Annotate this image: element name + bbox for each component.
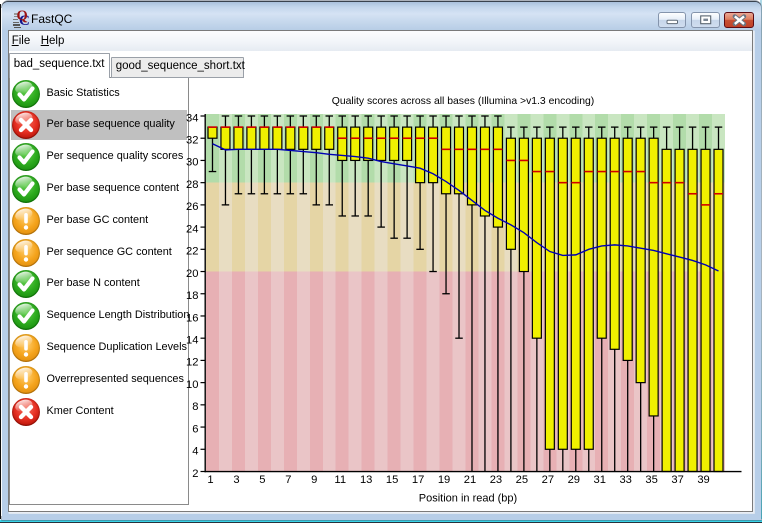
svg-text:26: 26: [186, 201, 198, 213]
svg-text:18: 18: [186, 290, 198, 302]
svg-text:9: 9: [311, 474, 317, 486]
svg-text:19: 19: [438, 474, 450, 486]
svg-text:10: 10: [186, 379, 198, 391]
svg-text:6: 6: [192, 423, 198, 435]
svg-text:16: 16: [186, 312, 198, 324]
svg-text:32: 32: [186, 135, 198, 147]
svg-text:28: 28: [186, 179, 198, 191]
svg-text:Position in read (bp): Position in read (bp): [419, 493, 517, 505]
svg-text:8: 8: [192, 401, 198, 413]
svg-text:1: 1: [207, 474, 213, 486]
svg-text:29: 29: [568, 474, 580, 486]
svg-text:25: 25: [516, 474, 528, 486]
svg-text:24: 24: [186, 223, 198, 235]
svg-text:12: 12: [186, 357, 198, 369]
svg-text:22: 22: [186, 246, 198, 258]
svg-text:34: 34: [186, 112, 198, 124]
svg-text:31: 31: [594, 474, 606, 486]
svg-text:21: 21: [464, 474, 476, 486]
svg-text:4: 4: [192, 446, 198, 458]
svg-text:23: 23: [490, 474, 502, 486]
svg-text:39: 39: [697, 474, 709, 486]
svg-text:20: 20: [186, 268, 198, 280]
svg-text:13: 13: [360, 474, 372, 486]
svg-text:17: 17: [412, 474, 424, 486]
svg-text:7: 7: [285, 474, 291, 486]
svg-text:14: 14: [186, 334, 198, 346]
svg-text:15: 15: [386, 474, 398, 486]
svg-text:37: 37: [671, 474, 683, 486]
svg-text:27: 27: [542, 474, 554, 486]
svg-text:35: 35: [645, 474, 657, 486]
svg-text:33: 33: [619, 474, 631, 486]
svg-text:11: 11: [334, 474, 346, 486]
svg-text:30: 30: [186, 157, 198, 169]
svg-text:3: 3: [233, 474, 239, 486]
svg-text:5: 5: [259, 474, 265, 486]
svg-text:Quality scores across all base: Quality scores across all bases (Illumin…: [332, 96, 595, 107]
svg-text:2: 2: [192, 468, 198, 480]
